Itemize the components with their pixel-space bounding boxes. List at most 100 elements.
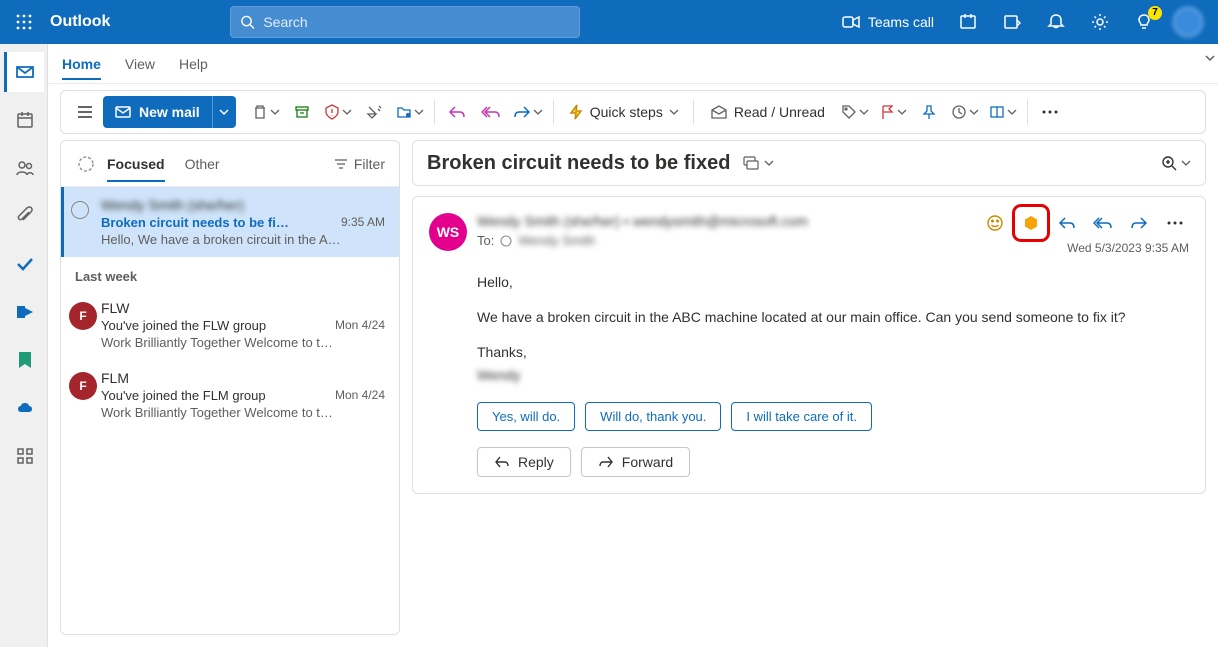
- tab-home[interactable]: Home: [62, 48, 101, 80]
- chevron-down-icon: [533, 107, 543, 117]
- tab-focused[interactable]: Focused: [107, 146, 165, 182]
- to-label: To:: [477, 233, 494, 248]
- ribbon-more-button[interactable]: [1034, 96, 1066, 128]
- app-name: Outlook: [50, 13, 110, 31]
- meet-now-button[interactable]: [946, 0, 990, 44]
- my-day-button[interactable]: [990, 0, 1034, 44]
- rail-calendar-button[interactable]: [4, 100, 44, 140]
- message-preview: Hello, We have a broken circuit in the A…: [101, 232, 385, 247]
- teams-call-button[interactable]: Teams call: [830, 0, 946, 44]
- body-greeting: Hello,: [477, 272, 1189, 293]
- chevron-down-icon: [414, 107, 424, 117]
- tips-button[interactable]: 7: [1122, 0, 1166, 44]
- tag-icon: [841, 104, 857, 120]
- hamburger-icon: [77, 105, 93, 119]
- tab-other[interactable]: Other: [185, 146, 220, 182]
- suggested-reply-2[interactable]: Will do, thank you.: [585, 402, 721, 431]
- reply-icon: [448, 105, 466, 119]
- select-row-checkbox[interactable]: [71, 201, 89, 219]
- mail-icon: [115, 106, 131, 118]
- toggle-folder-pane-button[interactable]: [69, 96, 101, 128]
- tips-badge: 7: [1148, 6, 1162, 20]
- message-body: Hello, We have a broken circuit in the A…: [477, 272, 1189, 386]
- collapse-ribbon-button[interactable]: [1202, 44, 1218, 72]
- print-button[interactable]: [985, 96, 1021, 128]
- rail-files-button[interactable]: [4, 196, 44, 236]
- rail-bookings-button[interactable]: [4, 340, 44, 380]
- message-row[interactable]: F FLM You've joined the FLM group Mon 4/…: [61, 360, 399, 430]
- left-rail: [0, 44, 48, 647]
- chevron-down-icon[interactable]: [764, 158, 774, 168]
- shield-warning-icon: [324, 104, 340, 120]
- notifications-button[interactable]: [1034, 0, 1078, 44]
- field-service-app-button[interactable]: [1017, 209, 1045, 237]
- tab-help[interactable]: Help: [179, 48, 208, 80]
- read-unread-button[interactable]: Read / Unread: [700, 96, 835, 128]
- sweep-icon: [366, 104, 382, 120]
- message-time: 9:35 AM: [341, 215, 385, 230]
- tag-button[interactable]: [837, 96, 873, 128]
- new-mail-dropdown[interactable]: [212, 96, 236, 128]
- waffle-icon: [16, 14, 32, 30]
- msg-reply-button[interactable]: [1053, 209, 1081, 237]
- select-all-button[interactable]: [75, 155, 97, 173]
- reply-button[interactable]: [441, 96, 473, 128]
- sender-avatar: F: [69, 372, 97, 400]
- move-to-button[interactable]: [392, 96, 428, 128]
- msg-forward-button[interactable]: [1125, 209, 1153, 237]
- rail-todo-button[interactable]: [4, 244, 44, 284]
- zoom-button[interactable]: [1161, 155, 1191, 171]
- search-input[interactable]: [263, 14, 570, 30]
- reaction-smiley-button[interactable]: [981, 209, 1009, 237]
- new-mail-button[interactable]: New mail: [103, 96, 236, 128]
- read-unread-label: Read / Unread: [734, 104, 825, 120]
- suggested-reply-3[interactable]: I will take care of it.: [731, 402, 872, 431]
- report-button[interactable]: [320, 96, 356, 128]
- zoom-icon: [1161, 155, 1177, 171]
- forward-action-button[interactable]: Forward: [581, 447, 690, 477]
- more-horizontal-icon: [1042, 110, 1058, 114]
- reading-pane: Broken circuit needs to be fixed WS Wend…: [412, 140, 1206, 635]
- msg-more-button[interactable]: [1161, 209, 1189, 237]
- suggested-replies: Yes, will do. Will do, thank you. I will…: [477, 402, 1189, 431]
- msg-reply-all-button[interactable]: [1089, 209, 1117, 237]
- message-row[interactable]: Wendy Smith (she/her) Broken circuit nee…: [61, 187, 399, 257]
- snooze-button[interactable]: [947, 96, 983, 128]
- tabs-row: Home View Help: [48, 44, 1218, 84]
- reply-all-button[interactable]: [475, 96, 507, 128]
- archive-button[interactable]: [286, 96, 318, 128]
- forward-button[interactable]: [509, 96, 547, 128]
- sweep-button[interactable]: [358, 96, 390, 128]
- rail-onedrive-button[interactable]: [4, 388, 44, 428]
- message-row[interactable]: F FLW You've joined the FLW group Mon 4/…: [61, 290, 399, 360]
- forward-icon: [1130, 216, 1148, 230]
- calendar-icon: [15, 110, 35, 130]
- folder-move-icon: [396, 104, 412, 120]
- settings-button[interactable]: [1078, 0, 1122, 44]
- delete-button[interactable]: [248, 96, 284, 128]
- search-icon: [240, 14, 255, 30]
- ribbon: New mail: [60, 90, 1206, 134]
- tab-view[interactable]: View: [125, 48, 155, 80]
- forward-icon: [598, 456, 614, 468]
- app-launcher-button[interactable]: [8, 6, 40, 38]
- pin-button[interactable]: [913, 96, 945, 128]
- rail-yammer-button[interactable]: [4, 292, 44, 332]
- quick-steps-button[interactable]: Quick steps: [560, 96, 687, 128]
- reading-subject: Broken circuit needs to be fixed: [427, 152, 730, 175]
- conversation-icon[interactable]: [742, 155, 760, 171]
- reply-action-button[interactable]: Reply: [477, 447, 571, 477]
- rail-more-apps-button[interactable]: [4, 436, 44, 476]
- rail-people-button[interactable]: [4, 148, 44, 188]
- flag-button[interactable]: [875, 96, 911, 128]
- chevron-down-icon: [342, 107, 352, 117]
- quick-steps-label: Quick steps: [590, 104, 663, 120]
- smiley-icon: [986, 214, 1004, 232]
- my-day-icon: [1003, 13, 1021, 31]
- filter-button[interactable]: Filter: [334, 156, 385, 172]
- account-button[interactable]: [1166, 0, 1210, 44]
- search-box[interactable]: [230, 6, 580, 38]
- suggested-reply-1[interactable]: Yes, will do.: [477, 402, 575, 431]
- envelope-open-icon: [710, 105, 728, 119]
- rail-mail-button[interactable]: [4, 52, 44, 92]
